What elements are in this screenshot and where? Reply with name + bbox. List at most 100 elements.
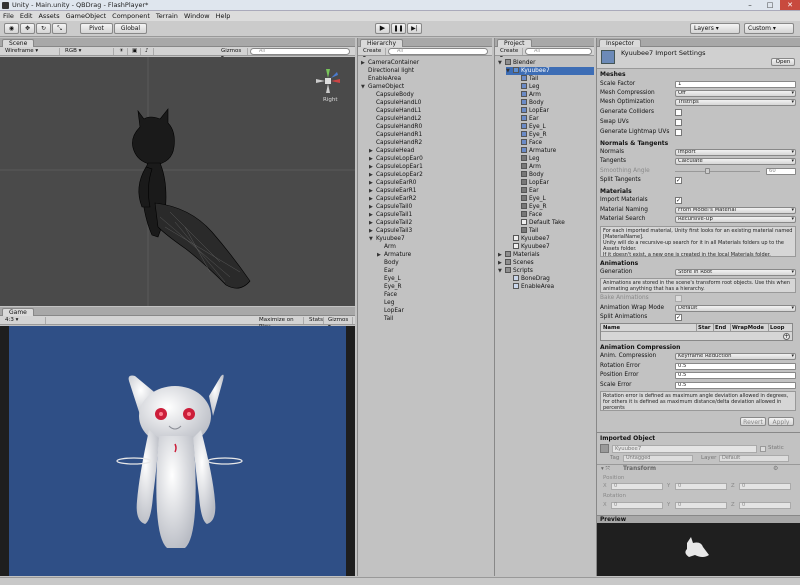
project-item[interactable]: LopEar bbox=[514, 179, 594, 187]
hierarchy-item[interactable]: Body bbox=[377, 259, 492, 267]
hierarchy-item[interactable]: ▶ CapsuleEarR1 bbox=[369, 187, 492, 195]
hierarchy-item[interactable]: Eye_R bbox=[377, 283, 492, 291]
hierarchy-item[interactable]: ▶ CapsuleLopEar2 bbox=[369, 171, 492, 179]
menu-edit[interactable]: Edit bbox=[17, 11, 36, 21]
menu-assets[interactable]: Assets bbox=[35, 11, 62, 21]
import-materials-checkbox[interactable]: ✓ bbox=[675, 197, 682, 204]
hierarchy-item[interactable]: ▶ CapsuleTail0 bbox=[369, 203, 492, 211]
hierarchy-item[interactable]: ▶ CapsuleHead bbox=[369, 147, 492, 155]
collapsed-arrow-icon[interactable]: ▶ bbox=[498, 251, 505, 259]
hierarchy-item[interactable]: LopEar bbox=[377, 307, 492, 315]
menu-component[interactable]: Component bbox=[109, 11, 153, 21]
project-item[interactable]: ▼ Kyuubee7 bbox=[506, 67, 594, 75]
collapsed-arrow-icon[interactable]: ▶ bbox=[369, 219, 376, 227]
mesh-compression-dropdown[interactable]: Off bbox=[675, 90, 796, 97]
pivot-toggle[interactable]: Pivot bbox=[80, 23, 113, 34]
expanded-arrow-icon[interactable]: ▼ bbox=[361, 83, 368, 91]
hierarchy-item[interactable]: CapsuleHandR1 bbox=[369, 131, 492, 139]
project-item[interactable]: Arm bbox=[514, 91, 594, 99]
transform-foldout-icon[interactable]: ▾ ⤧ bbox=[601, 466, 610, 473]
project-create-dropdown[interactable]: Create ▾ bbox=[497, 48, 523, 61]
hierarchy-item[interactable]: ▼ Kyuubee7 bbox=[369, 235, 492, 243]
expanded-arrow-icon[interactable]: ▼ bbox=[506, 67, 513, 75]
hierarchy-item[interactable]: ▶ CapsuleTail2 bbox=[369, 219, 492, 227]
expanded-arrow-icon[interactable]: ▼ bbox=[369, 235, 376, 243]
pause-button[interactable]: ❚❚ bbox=[391, 23, 406, 34]
hierarchy-item[interactable]: CapsuleHandR2 bbox=[369, 139, 492, 147]
imported-name-field[interactable]: Kyuubee7 bbox=[612, 445, 757, 453]
hierarchy-item[interactable]: ▶ CapsuleLopEar0 bbox=[369, 155, 492, 163]
smoothing-slider-track[interactable] bbox=[675, 171, 760, 172]
collapsed-arrow-icon[interactable]: ▶ bbox=[369, 171, 376, 179]
collapsed-arrow-icon[interactable]: ▶ bbox=[369, 147, 376, 155]
project-item[interactable]: Tail bbox=[514, 227, 594, 235]
hierarchy-item[interactable]: ▶ CapsuleTail1 bbox=[369, 211, 492, 219]
expanded-arrow-icon[interactable]: ▼ bbox=[498, 59, 505, 67]
step-button[interactable]: ▶| bbox=[407, 23, 422, 34]
layer-dropdown[interactable]: Default bbox=[719, 455, 789, 462]
tab-hierarchy[interactable]: Hierarchy bbox=[360, 39, 404, 47]
layout-dropdown[interactable]: Custom ▾ bbox=[744, 23, 794, 34]
tab-scene[interactable]: Scene bbox=[2, 39, 35, 47]
rotate-tool-icon[interactable]: ↻ bbox=[36, 23, 51, 34]
hierarchy-item[interactable]: Face bbox=[377, 291, 492, 299]
collapsed-arrow-icon[interactable]: ▶ bbox=[369, 203, 376, 211]
bake-animations-checkbox[interactable] bbox=[675, 295, 682, 302]
menu-file[interactable]: File bbox=[0, 11, 17, 21]
rotation-x-field[interactable]: 0 bbox=[611, 502, 663, 509]
position-x-field[interactable]: 0 bbox=[611, 483, 663, 490]
hierarchy-item[interactable]: Leg bbox=[377, 299, 492, 307]
split-animations-checkbox[interactable]: ✓ bbox=[675, 314, 682, 321]
generate-colliders-checkbox[interactable] bbox=[675, 109, 682, 116]
hierarchy-item[interactable]: Directional light bbox=[361, 67, 492, 75]
material-search-dropdown[interactable]: Recursive-Up bbox=[675, 216, 796, 223]
project-item[interactable]: BoneDrag bbox=[506, 275, 594, 283]
project-item[interactable]: Default Take bbox=[514, 219, 594, 227]
hierarchy-create-dropdown[interactable]: Create ▾ bbox=[360, 48, 386, 61]
position-error-field[interactable]: 0.5 bbox=[675, 372, 796, 379]
collapsed-arrow-icon[interactable]: ▶ bbox=[369, 155, 376, 163]
collapsed-arrow-icon[interactable]: ▶ bbox=[377, 251, 384, 259]
smoothing-slider-thumb[interactable] bbox=[705, 168, 710, 174]
project-item[interactable]: Eye_R bbox=[514, 203, 594, 211]
hierarchy-item[interactable]: ▶ CapsuleEarR0 bbox=[369, 179, 492, 187]
project-item[interactable]: ▼ Blender bbox=[498, 59, 594, 67]
tangents-dropdown[interactable]: Calculate bbox=[675, 158, 796, 165]
project-item[interactable]: Body bbox=[514, 99, 594, 107]
anim-compression-dropdown[interactable]: Keyframe Reduction bbox=[675, 353, 796, 360]
project-search-input[interactable]: All bbox=[525, 48, 592, 55]
collapsed-arrow-icon[interactable]: ▶ bbox=[369, 179, 376, 187]
hierarchy-item[interactable]: Eye_L bbox=[377, 275, 492, 283]
position-y-field[interactable]: 0 bbox=[675, 483, 727, 490]
project-item[interactable]: EnableArea bbox=[506, 283, 594, 291]
add-clip-icon[interactable]: + bbox=[783, 333, 790, 340]
lighting-toggle-icon[interactable]: ☀ bbox=[116, 48, 128, 55]
hierarchy-item[interactable]: ▶ CapsuleLopEar1 bbox=[369, 163, 492, 171]
scale-tool-icon[interactable]: ⤡ bbox=[52, 23, 67, 34]
hierarchy-item[interactable]: CapsuleHandL1 bbox=[369, 107, 492, 115]
collapsed-arrow-icon[interactable]: ▶ bbox=[369, 187, 376, 195]
apply-button[interactable]: Apply bbox=[768, 417, 794, 426]
hierarchy-item[interactable]: ▶ Armature bbox=[377, 251, 492, 259]
scale-error-field[interactable]: 0.5 bbox=[675, 382, 796, 389]
hierarchy-item[interactable]: CapsuleBody bbox=[369, 91, 492, 99]
shading-dropdown[interactable]: Wireframe ▾ bbox=[2, 48, 60, 55]
project-item[interactable]: Tail bbox=[514, 75, 594, 83]
project-item[interactable]: Ear bbox=[514, 187, 594, 195]
generate-lightmap-checkbox[interactable] bbox=[675, 129, 682, 136]
menu-terrain[interactable]: Terrain bbox=[153, 11, 181, 21]
hierarchy-item[interactable]: ▶ CapsuleEarR2 bbox=[369, 195, 492, 203]
scale-factor-field[interactable]: 1 bbox=[675, 81, 796, 88]
split-tangents-checkbox[interactable]: ✓ bbox=[675, 177, 682, 184]
collapsed-arrow-icon[interactable]: ▶ bbox=[369, 227, 376, 235]
project-item[interactable]: Leg bbox=[514, 83, 594, 91]
hierarchy-search-input[interactable]: All bbox=[388, 48, 488, 55]
maximize-on-play-toggle[interactable]: Maximize on Play bbox=[256, 317, 304, 330]
hierarchy-item[interactable]: ▼ GameObject bbox=[361, 83, 492, 91]
audio-toggle-icon[interactable]: ♪ bbox=[142, 48, 154, 55]
rotation-z-field[interactable]: 0 bbox=[739, 502, 791, 509]
collapsed-arrow-icon[interactable]: ▶ bbox=[369, 195, 376, 203]
project-item[interactable]: Eye_R bbox=[514, 131, 594, 139]
menu-gameobject[interactable]: GameObject bbox=[63, 11, 110, 21]
project-item[interactable]: Eye_L bbox=[514, 123, 594, 131]
